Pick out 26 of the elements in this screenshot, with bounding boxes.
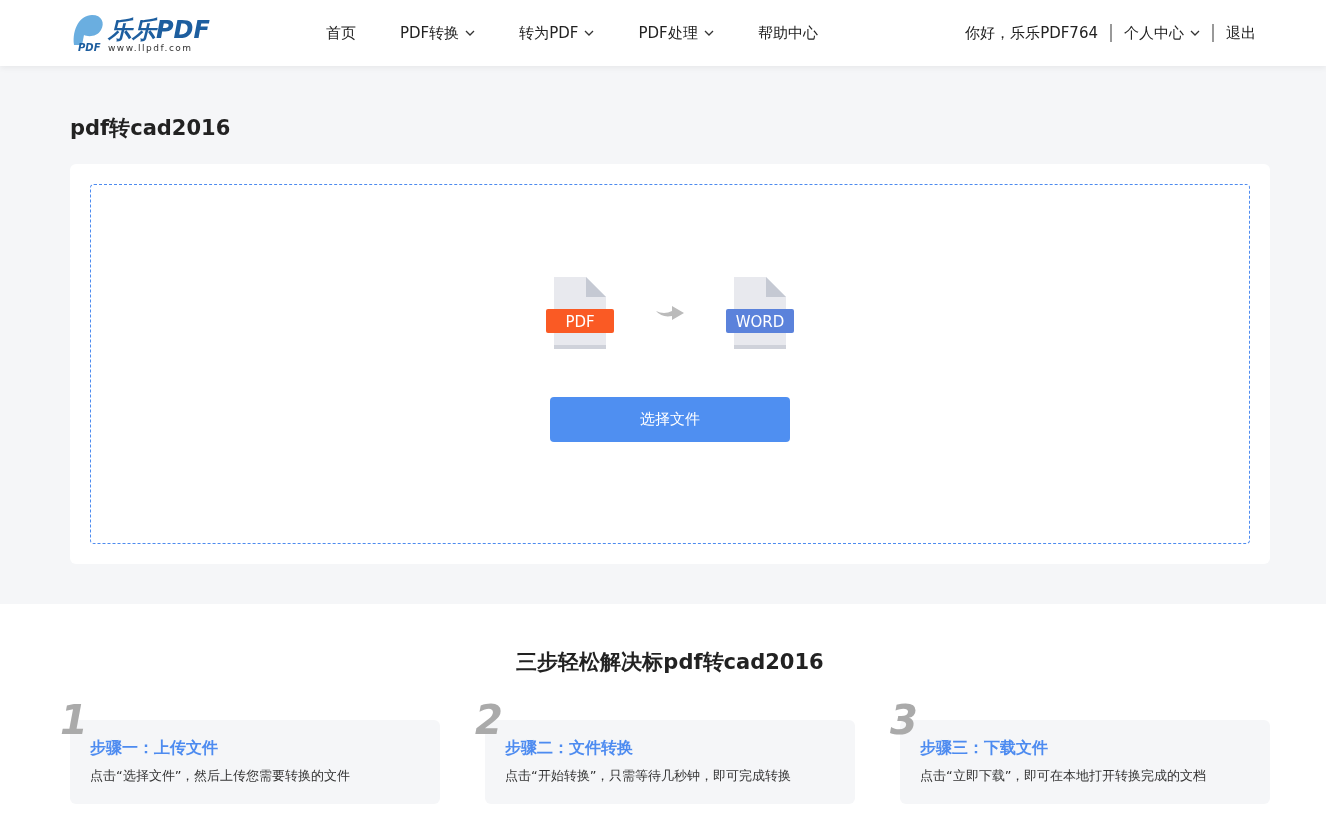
greeting-text: 你好，乐乐PDF764 — [965, 23, 1098, 43]
step-title: 步骤一：上传文件 — [90, 738, 219, 759]
page-title: pdf转cad2016 — [70, 115, 232, 142]
step-description: 点击“立即下载”，即可在本地打开转换完成的文档 — [920, 767, 1208, 785]
nav-link[interactable]: 转为PDF — [519, 23, 595, 43]
logo-url: www.llpdf.com — [108, 43, 194, 53]
step-title: 步骤二：文件转换 — [505, 738, 634, 759]
nav-link[interactable]: 帮助中心 — [757, 23, 818, 43]
step-description: 点击“开始转换”，只需等待几秒钟，即可完成转换 — [505, 767, 793, 785]
nav-link[interactable]: 首页 — [326, 23, 356, 43]
step-number: 3 — [890, 700, 918, 740]
logo-name: 乐乐PDF — [108, 17, 210, 43]
section-title: 三步轻松解决标pdf转cad2016 — [515, 649, 825, 676]
caret-icon — [584, 30, 595, 36]
nav-link[interactable]: PDF处理 — [638, 23, 714, 43]
step-description: 点击“选择文件”，然后上传您需要转换的文件 — [90, 767, 352, 785]
nav-link[interactable]: PDF转换 — [400, 23, 476, 43]
caret-icon — [465, 30, 476, 36]
caret-icon — [1190, 30, 1200, 36]
step-title: 步骤三：下载文件 — [920, 738, 1049, 759]
logout-link[interactable]: 退出 — [1226, 23, 1256, 43]
step-number: 1 — [60, 700, 88, 740]
account-menu[interactable]: 个人中心 — [1124, 23, 1200, 43]
drop-zone[interactable]: PDF WORD 选择文件 — [90, 184, 1250, 544]
caret-icon — [703, 30, 714, 36]
step-number: 2 — [475, 700, 503, 740]
